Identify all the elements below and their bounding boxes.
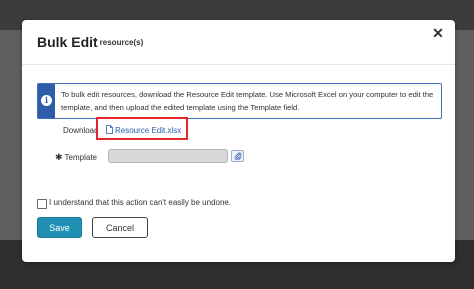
- confirm-checkbox-label: I understand that this action can't easi…: [49, 198, 232, 207]
- cancel-button[interactable]: Cancel: [92, 217, 148, 238]
- file-icon: [106, 125, 113, 134]
- info-banner-accent: i: [38, 84, 55, 118]
- template-label: ✱ Template: [55, 152, 97, 163]
- download-link-text: Resource Edit.xlsx: [115, 126, 182, 135]
- info-banner: i To bulk edit resources, download the R…: [37, 83, 442, 119]
- attach-file-button[interactable]: [231, 150, 244, 162]
- resource-count: 7 resource(s): [93, 38, 144, 47]
- required-marker: ✱: [55, 152, 63, 162]
- bulk-edit-dialog: Bulk Edit 7 resource(s) ✕ i To bulk edit…: [22, 20, 455, 262]
- template-file-field[interactable]: [108, 149, 228, 163]
- save-button[interactable]: Save: [37, 217, 82, 238]
- resource-edit-template-link[interactable]: Resource Edit.xlsx: [106, 125, 181, 135]
- paperclip-icon: [234, 152, 242, 160]
- info-icon: i: [41, 95, 52, 106]
- info-text: To bulk edit resources, download the Res…: [61, 90, 434, 112]
- dialog-header: Bulk Edit 7 resource(s) ✕: [22, 20, 455, 65]
- confirm-checkbox[interactable]: [37, 199, 47, 209]
- template-label-text: Template: [64, 153, 98, 162]
- download-label: Download: [63, 126, 99, 135]
- dialog-title: Bulk Edit: [37, 34, 98, 50]
- close-icon[interactable]: ✕: [431, 26, 445, 40]
